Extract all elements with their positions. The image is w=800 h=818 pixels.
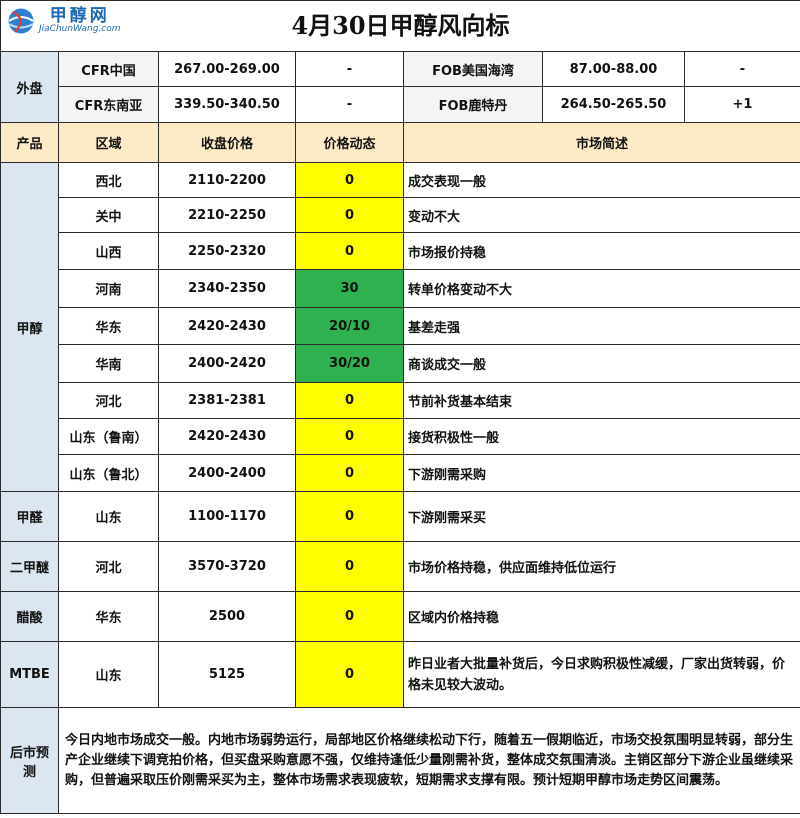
price-cell: 1100-1170: [158, 491, 296, 542]
region-cell: 山东: [58, 641, 159, 708]
region-cell: 山东（鲁北）: [58, 454, 159, 492]
header-summary: 市场简述: [402, 122, 800, 163]
summary-cell: 节前补货基本结束: [402, 382, 800, 419]
summary-cell: 变动不大: [402, 197, 800, 233]
dynamic-cell: 0: [295, 541, 404, 592]
region-cell: 山西: [58, 232, 159, 270]
foreign-name: CFR东南亚: [58, 86, 159, 123]
dynamic-cell: 0: [295, 232, 404, 270]
region-cell: 山东: [58, 491, 159, 542]
summary-cell: 市场价格持稳，供应面维持低位运行: [402, 541, 800, 592]
foreign-change: -: [295, 86, 404, 123]
summary-cell: 成交表现一般: [402, 162, 800, 198]
dynamic-cell: 0: [295, 454, 404, 492]
product-mtbe: MTBE: [0, 641, 59, 708]
dynamic-cell: 0: [295, 591, 404, 642]
dynamic-cell: 0: [295, 641, 404, 708]
summary-cell: 区域内价格持稳: [402, 591, 800, 642]
summary-cell: 商谈成交一般: [402, 344, 800, 383]
forecast-label: 后市预测: [0, 707, 59, 814]
product-methanol: 甲醇: [0, 162, 59, 492]
product-dme: 二甲醚: [0, 541, 59, 592]
dynamic-cell: 30/20: [295, 344, 404, 383]
summary-cell: 下游刚需采购: [402, 454, 800, 492]
foreign-change: -: [683, 51, 800, 87]
foreign-name: CFR中国: [58, 51, 159, 87]
region-cell: 西北: [58, 162, 159, 198]
foreign-name: FOB美国海湾: [403, 51, 543, 87]
foreign-price: 267.00-269.00: [158, 51, 296, 87]
price-cell: 2500: [158, 591, 296, 642]
foreign-price: 339.50-340.50: [158, 86, 296, 123]
title-bar: 甲醇网 JiaChunWang.com 4月30日甲醇风向标: [0, 0, 800, 52]
price-cell: 2420-2430: [158, 307, 296, 345]
methanol-price-table: 甲醇网 JiaChunWang.com 4月30日甲醇风向标 外盘 CFR中国 …: [0, 0, 800, 814]
product-formaldehyde: 甲醛: [0, 491, 59, 542]
region-cell: 河南: [58, 269, 159, 308]
header-product: 产品: [0, 122, 59, 163]
price-cell: 2110-2200: [158, 162, 296, 198]
header-price: 收盘价格: [158, 122, 296, 163]
summary-cell: 市场报价持稳: [402, 232, 800, 270]
region-cell: 华南: [58, 344, 159, 383]
price-cell: 2400-2420: [158, 344, 296, 383]
product-acetic-acid: 醋酸: [0, 591, 59, 642]
dynamic-cell: 0: [295, 418, 404, 455]
summary-cell: 下游刚需采买: [402, 491, 800, 542]
summary-cell: 接货积极性一般: [402, 418, 800, 455]
summary-cell: 昨日业者大批量补货后，今日求购积极性减缓，厂家出货转弱，价格未见较大波动。: [402, 641, 800, 708]
header-region: 区域: [58, 122, 159, 163]
price-cell: 3570-3720: [158, 541, 296, 592]
dynamic-cell: 0: [295, 491, 404, 542]
dynamic-cell: 30: [295, 269, 404, 308]
price-cell: 5125: [158, 641, 296, 708]
dynamic-cell: 0: [295, 162, 404, 198]
foreign-label: 外盘: [0, 51, 59, 123]
region-cell: 华东: [58, 591, 159, 642]
foreign-change: +1: [683, 86, 800, 123]
foreign-price: 87.00-88.00: [542, 51, 685, 87]
price-cell: 2420-2430: [158, 418, 296, 455]
forecast-text: 今日内地市场成交一般。内地市场弱势运行，局部地区价格继续松动下行，随着五一假期临…: [57, 707, 800, 814]
summary-cell: 转单价格变动不大: [402, 269, 800, 308]
page-title: 4月30日甲醇风向标: [291, 11, 510, 40]
price-cell: 2340-2350: [158, 269, 296, 308]
price-cell: 2250-2320: [158, 232, 296, 270]
region-cell: 关中: [58, 197, 159, 233]
price-cell: 2381-2381: [158, 382, 296, 419]
price-cell: 2210-2250: [158, 197, 296, 233]
dynamic-cell: 0: [295, 197, 404, 233]
foreign-name: FOB鹿特丹: [403, 86, 543, 123]
region-cell: 河北: [58, 382, 159, 419]
dynamic-cell: 0: [295, 382, 404, 419]
foreign-change: -: [295, 51, 404, 87]
foreign-price: 264.50-265.50: [542, 86, 685, 123]
region-cell: 河北: [58, 541, 159, 592]
header-dynamic: 价格动态: [295, 122, 404, 163]
price-cell: 2400-2400: [158, 454, 296, 492]
region-cell: 华东: [58, 307, 159, 345]
region-cell: 山东（鲁南）: [58, 418, 159, 455]
dynamic-cell: 20/10: [295, 307, 404, 345]
summary-cell: 基差走强: [402, 307, 800, 345]
